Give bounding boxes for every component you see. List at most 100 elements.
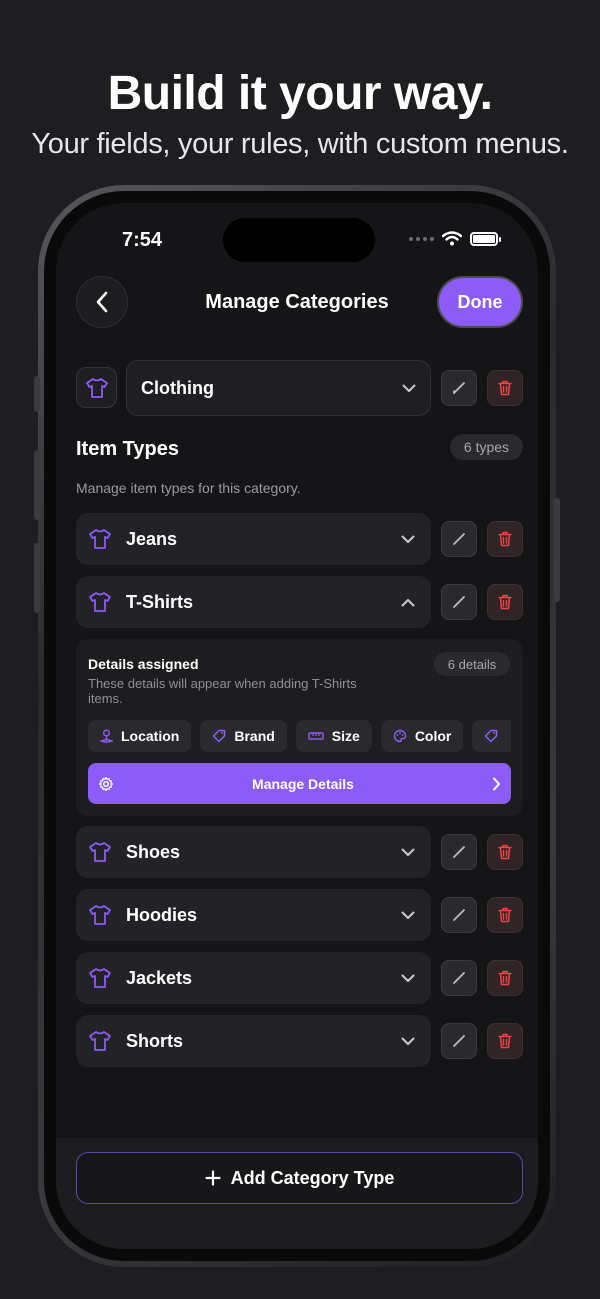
detail-chip-location[interactable]: Location [88,720,192,752]
item-type-row-tshirts[interactable]: T-Shirts [76,576,431,628]
chevron-up-icon [401,598,415,606]
edit-type-button[interactable] [441,960,477,996]
delete-type-button[interactable] [487,584,523,620]
type-count-badge: 6 types [450,434,523,460]
tshirt-icon [88,591,116,613]
category-icon[interactable] [76,367,117,408]
category-select-value: Clothing [141,377,214,398]
pencil-icon [453,972,465,984]
details-panel: Details assigned These details will appe… [76,639,523,816]
item-type-row-jeans[interactable]: Jeans [76,513,431,565]
detail-chip-brand[interactable]: Brand [200,720,287,752]
item-type-label: Shoes [126,841,181,862]
category-select[interactable]: Clothing [126,360,431,416]
tshirt-icon [88,904,116,926]
detail-chip-label: Size [331,728,360,744]
trash-icon [498,907,512,923]
delete-type-button[interactable] [487,960,523,996]
add-category-type-label: Add Category Type [230,1167,395,1188]
tag-icon [485,729,498,743]
ruler-icon [308,732,324,740]
delete-type-button[interactable] [487,834,523,870]
action-button [34,376,40,412]
edit-category-button[interactable] [441,370,477,406]
detail-chip-size[interactable]: Size [295,720,372,752]
item-type-row-shoes[interactable]: Shoes [76,826,431,878]
chevron-down-icon [401,911,415,919]
delete-type-button[interactable] [487,1023,523,1059]
pin-icon [100,729,113,743]
manage-details-label: Manage Details [252,775,354,792]
tshirt-icon [88,967,116,989]
item-type-row-shorts[interactable]: Shorts [76,1015,431,1067]
trash-icon [498,594,512,610]
pencil-icon [453,382,465,394]
chevron-down-icon [401,535,415,543]
chevron-right-icon [493,777,500,790]
detail-chip-label: Location [121,728,180,744]
plus-icon [205,1170,221,1186]
details-count-badge: 6 details [434,652,510,676]
trash-icon [498,970,512,986]
tag-icon [213,729,226,743]
dynamic-island [223,218,375,262]
detail-chip-more[interactable] [472,720,511,752]
done-button[interactable]: Done [437,276,523,328]
tshirt-icon [85,377,108,398]
detail-chip-label: Color [414,728,452,744]
edit-type-button[interactable] [441,584,477,620]
edit-type-button[interactable] [441,521,477,557]
volume-up-button [34,450,40,520]
item-type-row-jackets[interactable]: Jackets [76,952,431,1004]
pencil-icon [453,909,465,921]
item-type-label: Shorts [126,1030,184,1051]
detail-chips: Location Brand Size Color [88,720,511,752]
pencil-icon [453,596,465,608]
pencil-icon [453,533,465,545]
tshirt-icon [88,841,116,863]
pencil-icon [453,846,465,858]
add-category-type-button[interactable]: Add Category Type [76,1152,523,1204]
edit-type-button[interactable] [441,897,477,933]
trash-icon [498,844,512,860]
item-type-row-hoodies[interactable]: Hoodies [76,889,431,941]
pencil-icon [453,1035,465,1047]
item-type-label: Jackets [126,967,193,988]
volume-down-button [34,543,40,613]
chevron-down-icon [401,1037,415,1045]
item-type-label: Hoodies [126,904,198,925]
manage-details-button[interactable]: Manage Details [88,763,511,804]
delete-category-button[interactable] [487,370,523,406]
item-type-label: T-Shirts [126,591,194,612]
gear-icon [98,776,114,791]
section-title: Item Types [76,438,179,460]
delete-type-button[interactable] [487,521,523,557]
edit-type-button[interactable] [441,834,477,870]
promo-subline: Your fields, your rules, with custom men… [31,128,569,160]
promo-headline: Build it your way. [107,67,493,120]
details-title: Details assigned [88,656,199,672]
detail-chip-label: Brand [234,728,275,744]
delete-type-button[interactable] [487,897,523,933]
phone-screen: 7:54 Manage Categories Done Clothing Ite… [56,203,538,1249]
trash-icon [498,531,512,547]
edit-type-button[interactable] [441,1023,477,1059]
tshirt-icon [88,1030,116,1052]
details-description: These details will appear when adding T-… [88,676,357,706]
tshirt-icon [88,528,116,550]
status-time: 7:54 [122,229,163,251]
detail-chip-color[interactable]: Color [380,720,464,752]
wifi-icon [442,231,462,246]
chevron-down-icon [401,974,415,982]
power-button [554,498,560,602]
trash-icon [498,380,512,396]
cellular-signal-icon [409,236,434,241]
battery-icon [470,231,501,246]
chevron-down-icon [401,848,415,856]
item-type-label: Jeans [126,528,178,549]
palette-icon [393,729,407,743]
trash-icon [498,1033,512,1049]
chevron-down-icon [402,384,416,392]
status-icons [409,231,501,246]
section-subtitle: Manage item types for this category. [76,480,301,496]
